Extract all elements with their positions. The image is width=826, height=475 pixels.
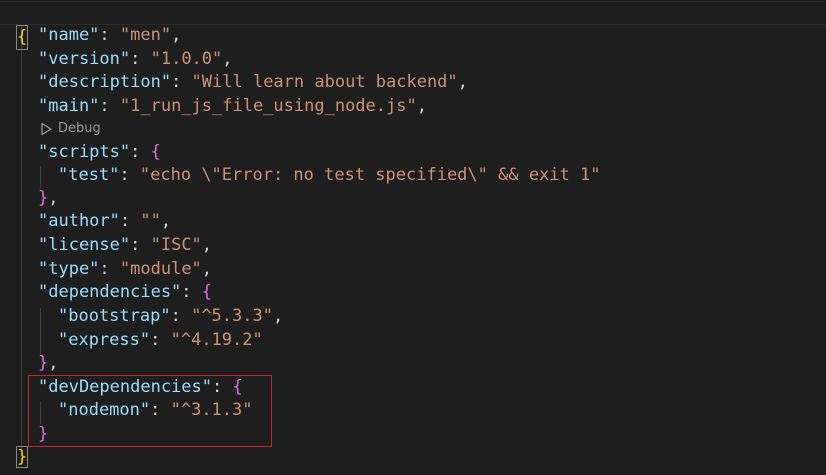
code-line: "bootstrap": "^5.3.3", <box>58 306 284 326</box>
code-editor[interactable]: { "name": "men", "version": "1.0.0", "de… <box>0 0 826 475</box>
json-value: "ISC" <box>150 235 202 255</box>
json-key: "devDependencies" <box>38 377 212 397</box>
code-line: "main": "1_run_js_file_using_node.js", <box>38 96 427 116</box>
code-line: "license": "ISC", <box>38 235 213 255</box>
code-line: "nodemon": "^3.1.3" <box>58 400 253 420</box>
code-line: "name": "men", <box>38 25 182 45</box>
code-line: } <box>38 424 49 444</box>
json-key: "scripts" <box>38 142 131 162</box>
json-key: "nodemon" <box>58 400 151 420</box>
code-line: "express": "^4.19.2" <box>58 330 263 350</box>
json-key: "author" <box>38 211 120 231</box>
code-line: }, <box>38 188 59 208</box>
code-line: "dependencies": { <box>38 282 213 302</box>
json-value: "^3.1.3" <box>170 400 253 420</box>
code-line: "author": "", <box>38 211 172 231</box>
indent-guide <box>40 308 41 354</box>
json-value: "Will learn about backend" <box>191 72 458 92</box>
code-line: { <box>0 1 826 50</box>
json-value: "" <box>140 211 161 231</box>
code-line: "type": "module", <box>38 259 213 279</box>
code-line: "version": "1.0.0", <box>38 49 233 69</box>
json-key: "type" <box>38 259 100 279</box>
json-key: "license" <box>38 235 131 255</box>
indent-guide <box>21 25 22 449</box>
opening-brace: { <box>15 24 29 50</box>
closing-brace: } <box>15 446 29 468</box>
json-value: "1.0.0" <box>150 49 223 69</box>
code-line: "scripts": { <box>38 142 161 162</box>
json-key: "test" <box>58 165 120 185</box>
json-key: "version" <box>38 49 131 69</box>
code-line: }, <box>38 353 59 373</box>
json-value: "1_run_js_file_using_node.js" <box>119 96 417 116</box>
debug-play-icon <box>41 122 52 136</box>
debug-label: Debug <box>58 121 101 136</box>
code-line: } <box>15 446 29 470</box>
indent-guide <box>40 402 41 424</box>
json-key: "express" <box>58 330 151 350</box>
code-line: "test": "echo \"Error: no test specified… <box>58 165 601 185</box>
json-value: "module" <box>119 259 202 279</box>
indent-guide <box>40 166 41 188</box>
json-value: "^4.19.2" <box>170 330 263 350</box>
json-key: "name" <box>38 25 100 45</box>
code-line: "description": "Will learn about backend… <box>38 72 468 92</box>
json-key: "main" <box>38 96 100 116</box>
json-key: "description" <box>38 72 172 92</box>
json-value: "^5.3.3" <box>191 306 273 326</box>
json-value: "echo \"Error: no test specified\" && ex… <box>139 165 601 185</box>
debug-codelens[interactable]: Debug <box>40 119 101 139</box>
json-key: "bootstrap" <box>58 306 171 326</box>
json-key: "dependencies" <box>38 282 182 302</box>
code-line: "devDependencies": { <box>38 377 243 397</box>
json-value: "men" <box>119 25 172 45</box>
